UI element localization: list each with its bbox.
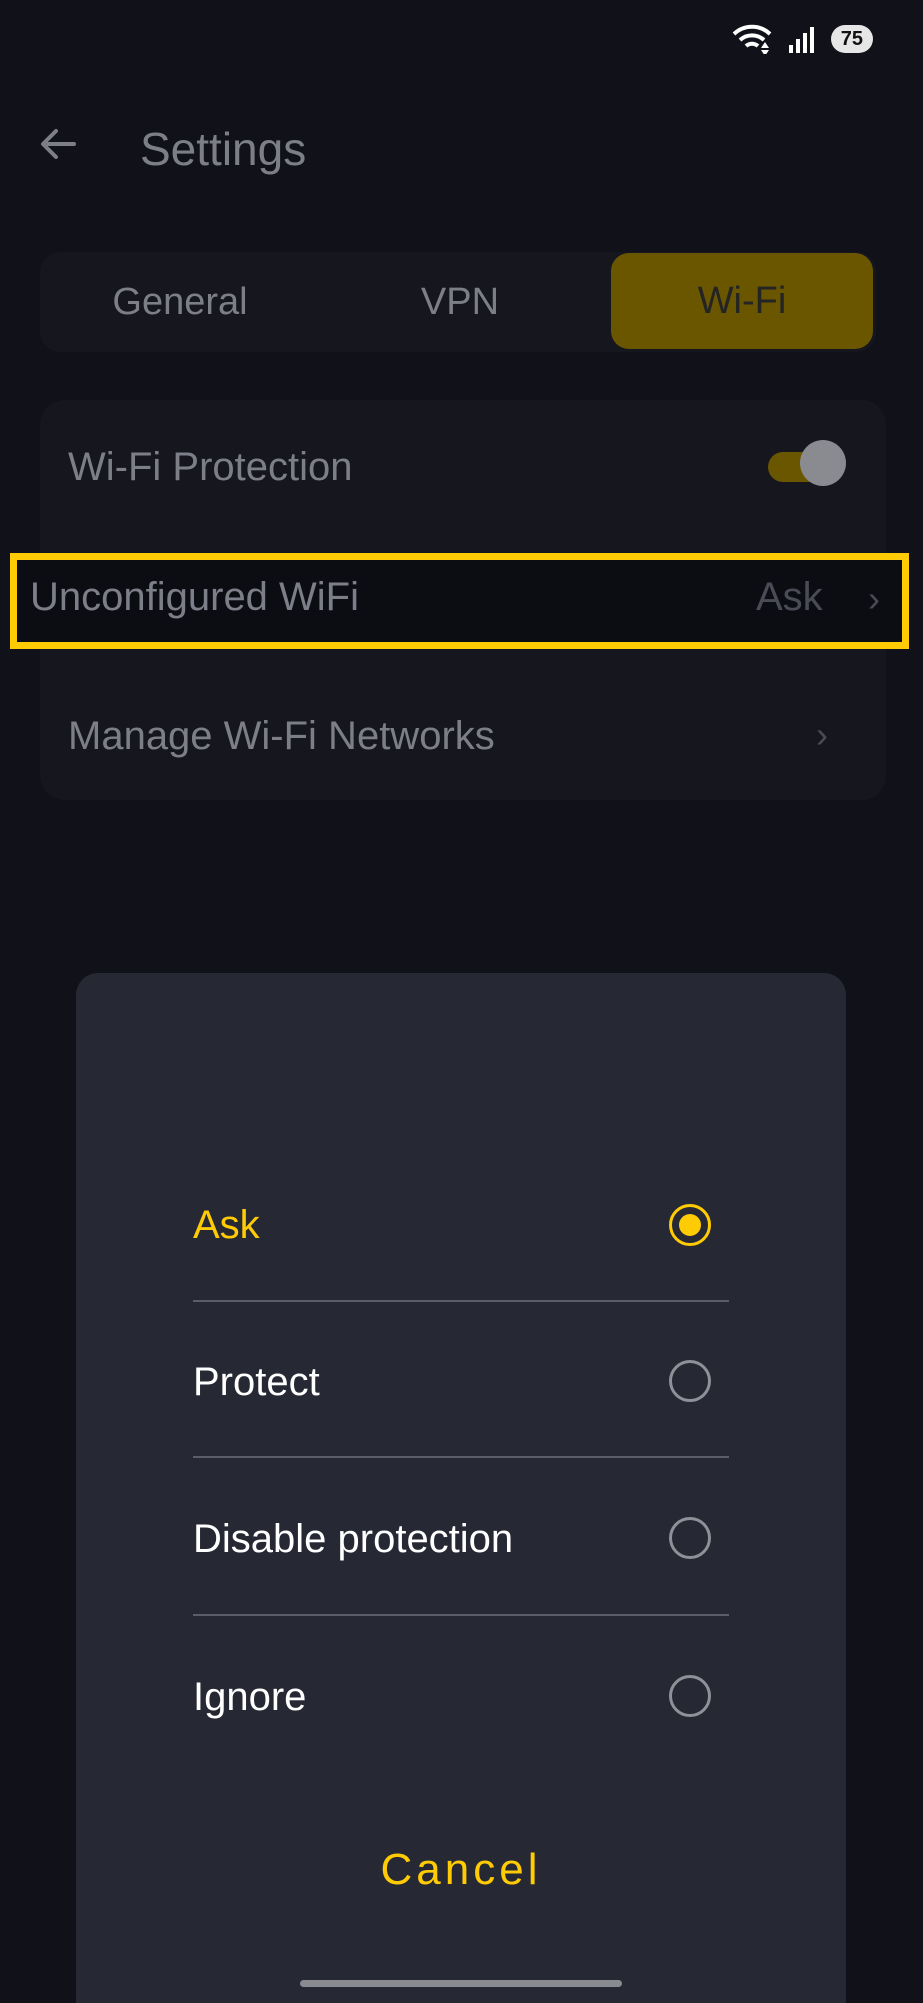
option-protect-label[interactable]: Protect — [193, 1360, 320, 1405]
tab-general[interactable]: General — [40, 252, 320, 352]
signal-icon — [788, 27, 814, 53]
tab-bar: General VPN Wi-Fi — [40, 252, 876, 352]
page-title: Settings — [140, 123, 307, 175]
wifi-protection-label: Wi-Fi Protection — [68, 445, 353, 489]
status-bar: 75 — [731, 24, 873, 54]
cancel-button[interactable]: Cancel — [76, 1845, 846, 1895]
radio-ignore[interactable] — [669, 1675, 711, 1717]
radio-disable-protection[interactable] — [669, 1517, 711, 1559]
radio-protect[interactable] — [669, 1360, 711, 1402]
unconfigured-wifi-value: Ask — [756, 575, 823, 619]
tab-vpn[interactable]: VPN — [320, 252, 600, 352]
option-ignore-label[interactable]: Ignore — [193, 1675, 306, 1720]
wifi-icon — [732, 24, 772, 54]
chevron-right-icon: › — [868, 578, 880, 619]
chevron-right-icon: › — [816, 714, 828, 755]
manage-networks-label[interactable]: Manage Wi-Fi Networks — [68, 714, 495, 759]
home-indicator[interactable] — [300, 1980, 622, 1987]
tab-wifi[interactable]: Wi-Fi — [611, 253, 873, 349]
option-disable-protection-label[interactable]: Disable protection — [193, 1517, 513, 1562]
divider — [193, 1614, 729, 1616]
toggle-knob[interactable] — [800, 440, 846, 486]
divider — [193, 1300, 729, 1302]
divider — [193, 1456, 729, 1458]
option-ask-label[interactable]: Ask — [193, 1203, 260, 1248]
battery-indicator: 75 — [830, 25, 873, 53]
arrow-left-icon[interactable] — [38, 124, 78, 164]
radio-ask[interactable] — [669, 1204, 711, 1246]
unconfigured-wifi-label: Unconfigured WiFi — [30, 575, 360, 619]
